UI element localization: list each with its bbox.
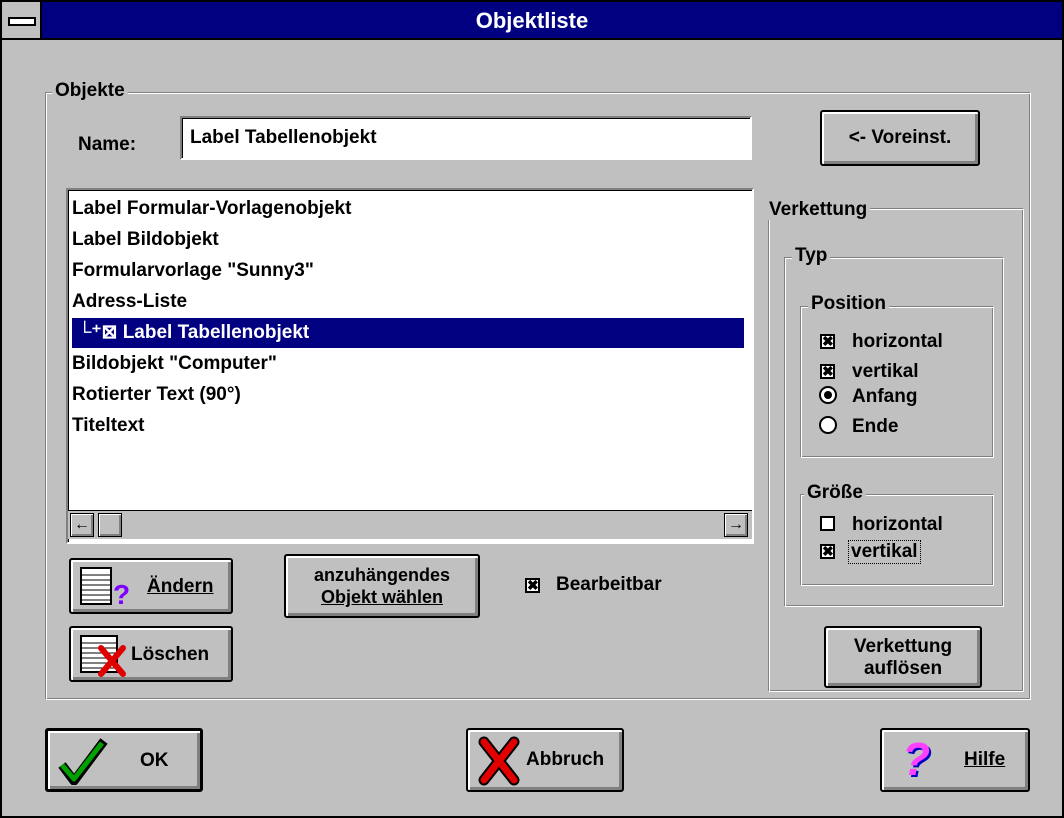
check-mark-icon: ✖ (822, 363, 834, 379)
dissolve-line-1: Verkettung (853, 636, 953, 657)
list-item[interactable]: Label Formular-Vorlagenobjekt (72, 194, 744, 224)
anfang-label: Anfang (852, 386, 918, 407)
ende-label: Ende (852, 416, 899, 437)
list-item-label: Formularvorlage "Sunny3" (72, 260, 314, 281)
list-item[interactable]: Adress-Liste (72, 287, 744, 317)
attach-line-2: Objekt wählen (320, 587, 444, 607)
editable-check-box[interactable]: ✖ (525, 578, 540, 593)
attach-object-button[interactable]: anzuhängendes Objekt wählen (284, 554, 480, 618)
help-question-icon: ? (902, 733, 931, 785)
hilfe-label: Hilfe (964, 749, 1006, 770)
check-mark-icon: ✖ (822, 333, 834, 349)
list-item-label: Label Formular-Vorlagenobjekt (72, 198, 352, 219)
aendern-button[interactable]: ? Ändern (69, 558, 233, 614)
checkmark-icon (58, 738, 108, 785)
radio-dot-icon (824, 391, 832, 399)
list-item[interactable]: Titeltext (72, 411, 744, 441)
abbruch-button[interactable]: Abbruch (466, 728, 624, 792)
size-vertikal-checkbox[interactable]: ✖ (820, 544, 835, 559)
list-item[interactable]: Bildobjekt "Computer" (72, 349, 744, 379)
dissolve-chain-button[interactable]: Verkettung auflösen (824, 626, 982, 688)
pos-horizontal-checkbox[interactable]: ✖ (820, 334, 835, 349)
scroll-right-button[interactable]: → (724, 513, 748, 537)
horizontal-scrollbar[interactable]: ← → (68, 510, 752, 539)
anfang-radio[interactable] (819, 386, 837, 404)
list-item-label: Titeltext (72, 415, 145, 436)
scroll-thumb[interactable] (98, 513, 122, 537)
check-mark-icon: ✖ (822, 543, 834, 559)
arrow-right-icon: → (728, 516, 744, 533)
ok-button[interactable]: OK (45, 728, 203, 792)
pos-vertikal-label: vertikal (852, 361, 919, 382)
defaults-button[interactable]: <- Voreinst. (820, 110, 980, 166)
size-horizontal-label: horizontal (852, 514, 943, 535)
list-item-label: Label Tabellenobjekt (122, 322, 310, 343)
attach-line-1: anzuhängendes (313, 565, 451, 585)
typ-group-label: Typ (792, 246, 831, 266)
svg-text:?: ? (113, 579, 130, 610)
list-item[interactable]: Formularvorlage "Sunny3" (72, 256, 744, 286)
editable-label: Bearbeitbar (556, 574, 662, 595)
loeschen-label: Löschen (131, 644, 210, 665)
list-item[interactable]: Rotierter Text (90°) (72, 380, 744, 410)
cancel-x-icon (478, 736, 520, 786)
groesse-group-label: Größe (804, 483, 866, 503)
pos-vertikal-checkbox[interactable]: ✖ (820, 364, 835, 379)
pos-horizontal-label: horizontal (852, 331, 943, 352)
object-listbox[interactable]: Label Formular-Vorlagenobjekt Label Bildo… (66, 188, 754, 544)
objekte-group-label: Objekte (52, 81, 128, 101)
position-group-label: Position (808, 294, 889, 314)
verkettung-group-label: Verkettung (766, 200, 871, 220)
hilfe-button[interactable]: ? Hilfe (880, 728, 1030, 792)
check-mark-icon: ✖ (527, 577, 539, 593)
size-vertikal-label: vertikal (848, 540, 921, 564)
defaults-button-label: <- Voreinst. (848, 127, 952, 148)
ok-label: OK (140, 750, 169, 771)
arrow-left-icon: ← (74, 516, 90, 533)
aendern-label: Ändern (147, 576, 214, 597)
ende-radio[interactable] (819, 416, 837, 434)
name-label: Name: (78, 134, 137, 155)
list-edit-icon: ? (80, 567, 130, 610)
list-item-label: Adress-Liste (72, 291, 188, 312)
size-horizontal-checkbox[interactable] (820, 516, 835, 531)
loeschen-button[interactable]: Löschen (69, 626, 233, 682)
window-title: Objektliste (475, 8, 589, 33)
title-bar: Objektliste (2, 2, 1062, 40)
list-delete-icon (80, 635, 126, 677)
list-item-label: Label Bildobjekt (72, 229, 219, 250)
list-item-label: Rotierter Text (90°) (72, 384, 241, 405)
list-item[interactable]: └⁺⊠ Label Tabellenobjekt (72, 318, 744, 348)
list-item[interactable]: Label Bildobjekt (72, 225, 744, 255)
dissolve-line-2: auflösen (863, 658, 943, 679)
name-input-value: Label Tabellenobjekt (190, 127, 377, 148)
linked-object-icon: └⁺⊠ (78, 322, 123, 343)
name-input[interactable]: Label Tabellenobjekt (180, 116, 752, 160)
objektliste-dialog: Objektliste Objekte Name: Label Tabellen… (0, 0, 1064, 818)
list-item-label: Bildobjekt "Computer" (72, 353, 277, 374)
scroll-left-button[interactable]: ← (70, 513, 94, 537)
abbruch-label: Abbruch (526, 749, 605, 770)
